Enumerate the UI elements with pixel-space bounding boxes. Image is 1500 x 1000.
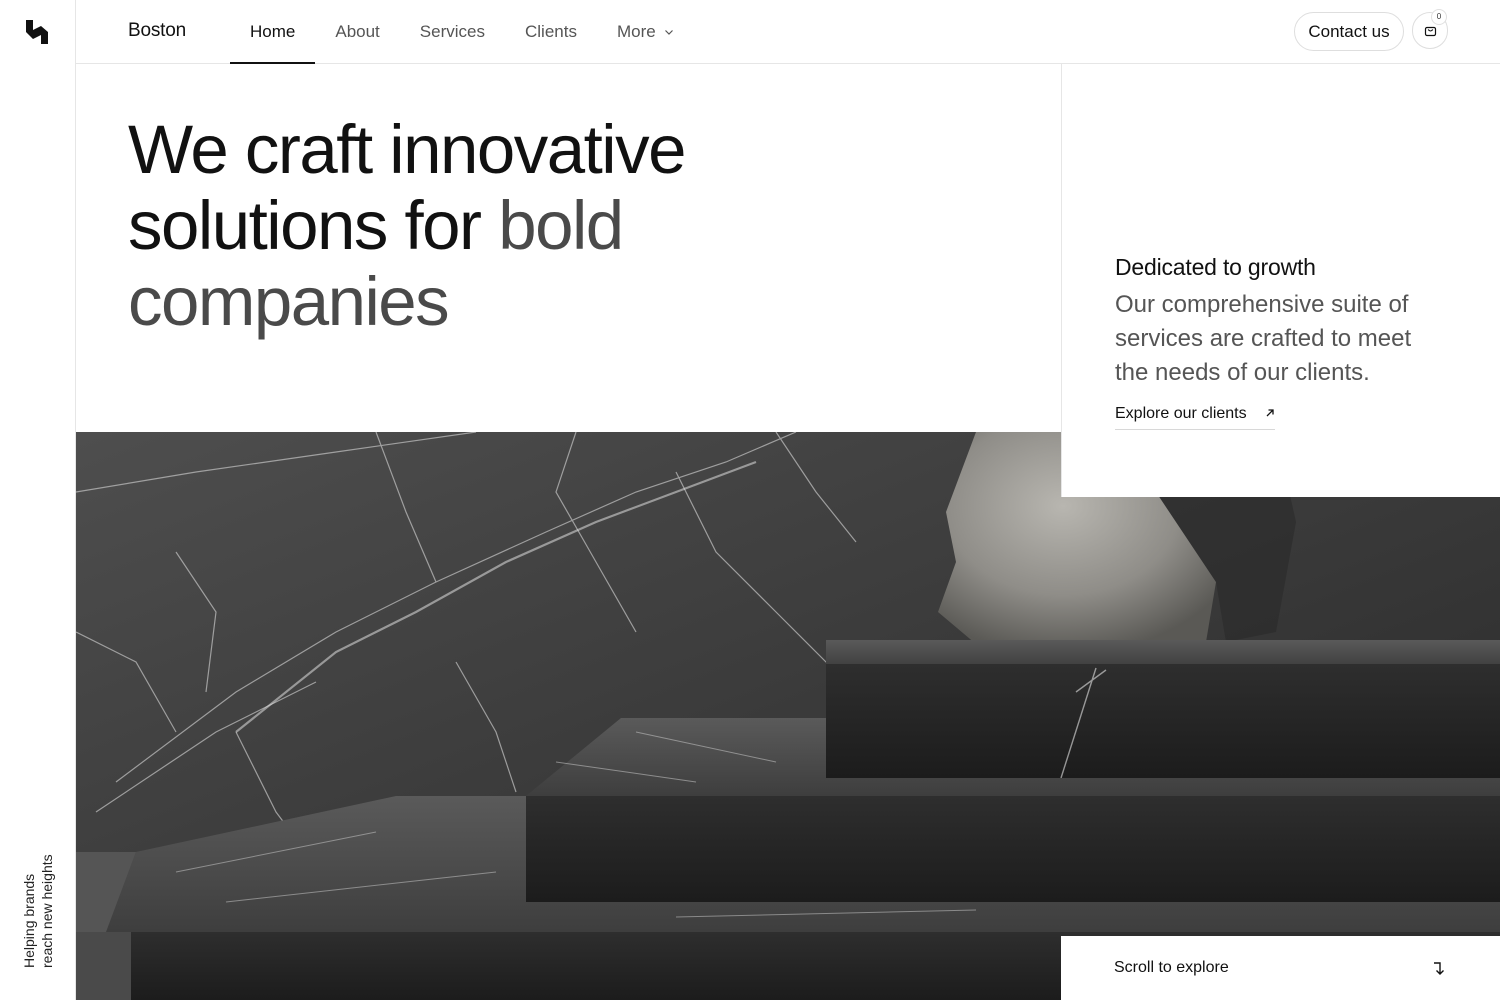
brand-name[interactable]: Boston: [128, 20, 186, 42]
hero-image: [76, 432, 1500, 1000]
nav-label: Clients: [524, 22, 577, 41]
nav-label: Home: [250, 22, 296, 41]
nav-label: More: [616, 22, 656, 41]
contact-us-button[interactable]: Contact us: [1294, 12, 1404, 51]
info-title: Dedicated to growth: [1115, 254, 1316, 280]
nav-item-clients[interactable]: Clients: [505, 0, 597, 64]
nav-label: Services: [419, 22, 485, 41]
explore-clients-link[interactable]: Explore our clients: [1115, 405, 1276, 430]
info-body: Our comprehensive suite of services are …: [1115, 291, 1412, 386]
tagline-line-2: reach new heights: [39, 854, 55, 968]
shopping-bag-icon: [1424, 26, 1437, 37]
left-rail: Helping brands reach new heights: [0, 0, 76, 1000]
nav-item-more[interactable]: More: [597, 0, 694, 64]
tagline: Helping brands reach new heights: [20, 854, 56, 968]
cart-count-badge: 0: [1431, 9, 1447, 25]
tagline-line-1: Helping brands: [21, 873, 37, 968]
nav-item-home[interactable]: Home: [230, 0, 316, 64]
nav-label: About: [335, 22, 380, 41]
nav-item-about[interactable]: About: [315, 0, 399, 64]
logo-icon[interactable]: [24, 18, 50, 46]
link-label: Explore our clients: [1115, 405, 1247, 422]
arrow-down-right-icon[interactable]: [1431, 960, 1447, 981]
scroll-label: Scroll to explore: [1114, 959, 1229, 976]
nav-item-services[interactable]: Services: [400, 0, 505, 64]
scroll-cue: Scroll to explore: [1061, 936, 1500, 1000]
hero-headline: We craft innovative solutions for bold c…: [128, 112, 828, 340]
main-nav: Home About Services Clients More: [230, 0, 694, 64]
chevron-down-icon: [664, 0, 674, 62]
marble-steps-image: [76, 432, 1500, 1000]
arrow-up-right-icon: [1265, 405, 1275, 423]
site-header: Boston Home About Services Clients More …: [76, 0, 1500, 64]
info-card: Dedicated to growth Our comprehensive su…: [1061, 64, 1500, 497]
